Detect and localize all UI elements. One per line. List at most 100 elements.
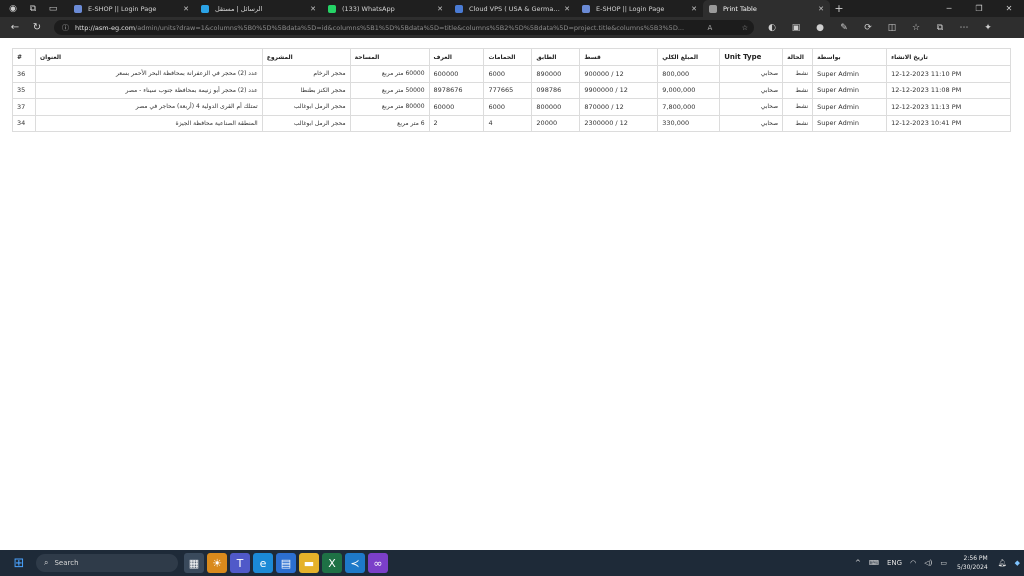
collections-icon[interactable]: ⧉ — [928, 23, 952, 33]
tab-label: E-SHOP || Login Page — [88, 4, 157, 13]
table-cell: 900000 / 12 — [579, 65, 659, 83]
table-cell: 80000 متر مربع — [349, 98, 430, 116]
teams-icon[interactable]: T — [230, 553, 250, 573]
table-row: 37 تمتلك أم القرى الدولية 4 (أربعة) محاجر… — [12, 98, 1011, 116]
excel-icon[interactable]: X — [322, 553, 342, 573]
close-window-icon[interactable]: ✕ — [994, 4, 1024, 13]
tab-label: (133) WhatsApp — [342, 4, 395, 13]
back-icon[interactable]: ← — [4, 22, 26, 33]
table-cell: 9,000,000 — [657, 81, 721, 99]
new-tab-button[interactable]: + — [830, 2, 848, 15]
browser-tab[interactable]: (133) WhatsApp ✕ — [322, 0, 449, 17]
start-menu-icon[interactable]: ⊞ — [6, 556, 32, 571]
maximize-icon[interactable]: ❐ — [964, 4, 994, 13]
browser-tab[interactable]: Print Table ✕ — [703, 0, 830, 17]
column-header: بواسطة — [812, 48, 888, 66]
table-cell: Super Admin — [812, 65, 888, 83]
copilot-taskbar-icon[interactable]: ◆ — [1011, 559, 1024, 567]
tab-close-icon[interactable]: ✕ — [183, 5, 189, 13]
task-view-icon[interactable]: ▦ — [184, 553, 204, 573]
table-header-row: # العنوان المشروع المساحة الغرف الحمامات الطاب… — [12, 48, 1011, 66]
table-cell: 6000 — [483, 98, 533, 116]
reload-icon[interactable]: ↻ — [26, 22, 48, 33]
column-header: الحمامات — [483, 48, 533, 66]
refresh-ext-icon[interactable]: ⟳ — [856, 23, 880, 33]
table-cell: 777665 — [483, 81, 533, 99]
table-cell: Super Admin — [812, 114, 888, 132]
favorite-star-icon[interactable]: ☆ — [736, 24, 754, 32]
column-header: تاريخ الانشاء — [886, 48, 1011, 66]
show-hidden-icons[interactable]: ^ — [851, 559, 865, 567]
clock-time: 2:56 PM — [963, 555, 988, 562]
table-cell: صحابي — [719, 114, 784, 132]
tab-close-icon[interactable]: ✕ — [437, 5, 443, 13]
store-icon[interactable]: ▤ — [276, 553, 296, 573]
browser-tab[interactable]: E-SHOP || Login Page ✕ — [68, 0, 195, 17]
table-cell: 870000 / 12 — [579, 98, 659, 116]
tab-label: Cloud VPS ( USA & Germany & I — [469, 4, 561, 13]
browser-tab[interactable]: الرسائل | مستقل ✕ — [195, 0, 322, 17]
tab-close-icon[interactable]: ✕ — [564, 5, 570, 13]
address-bar[interactable]: ⓘ http://asm-eg.com /admin/units?draw=1&… — [54, 20, 754, 35]
tab-close-icon[interactable]: ✕ — [818, 5, 824, 13]
table-row: 36 عدد (2) محجر في الزعفرانة بمحافظة البح… — [12, 65, 1011, 83]
tab-label: الرسائل | مستقل — [215, 4, 263, 13]
notifications-icon[interactable]: 🔔︎ — [994, 559, 1011, 567]
table-cell: 7,800,000 — [657, 98, 721, 116]
keyboard-icon[interactable]: ⌨ — [865, 559, 883, 567]
tab-actions-icon[interactable]: ▭ — [46, 4, 60, 14]
table-row: 35 عدد (2) محجر أبو زنيمة بمحافظة جنوب سي… — [12, 81, 1011, 99]
workspaces-icon[interactable]: ⧉ — [26, 4, 40, 14]
tab-favicon-icon — [582, 4, 590, 13]
edge-icon[interactable]: e — [253, 553, 273, 573]
table-cell: محجر الكنز بطنطا — [261, 81, 351, 99]
info-icon[interactable]: ⓘ — [62, 23, 69, 33]
tab-favicon-icon — [74, 4, 82, 13]
browser-tab[interactable]: Cloud VPS ( USA & Germany & I✕ — [449, 0, 576, 17]
column-header: قسط — [579, 48, 659, 66]
tab-close-icon[interactable]: ✕ — [691, 5, 697, 13]
clock[interactable]: 2:56 PM 5/30/2024 — [951, 554, 994, 572]
favorites-icon[interactable]: ☆ — [904, 23, 928, 33]
table-cell: 20000 — [531, 114, 581, 132]
battery-icon[interactable]: ▭ — [936, 559, 951, 567]
language-indicator[interactable]: ENG — [883, 559, 906, 567]
table-cell: 6000 — [483, 65, 533, 83]
clock-date: 5/30/2024 — [956, 564, 988, 571]
visual-studio-icon[interactable]: ∞ — [368, 553, 388, 573]
window-buttons: ─ ❐ ✕ — [934, 0, 1024, 17]
tab-favicon-icon — [709, 4, 717, 13]
table-cell: 12-12-2023 11:10 PM — [886, 65, 1011, 83]
copilot-icon[interactable]: ✦ — [976, 23, 1000, 33]
pen-icon[interactable]: ✎ — [832, 23, 856, 33]
extension-3-icon[interactable]: ● — [808, 23, 832, 33]
table-cell: 330,000 — [657, 114, 721, 132]
widgets-icon[interactable]: ☀ — [207, 553, 227, 573]
read-aloud-icon[interactable]: A — [701, 24, 718, 32]
minimize-icon[interactable]: ─ — [934, 4, 964, 13]
split-screen-icon[interactable]: ◫ — [880, 23, 904, 33]
table-cell: صحابي — [719, 65, 784, 83]
table-cell: 2300000 / 12 — [579, 114, 659, 132]
settings-menu-icon[interactable]: ⋯ — [952, 23, 976, 33]
table-cell: 12-12-2023 11:13 PM — [886, 98, 1011, 116]
file-explorer-icon[interactable]: ▬ — [299, 553, 319, 573]
profile-icon[interactable]: ◉ — [6, 4, 20, 14]
browser-toolbar: ← ↻ ⓘ http://asm-eg.com /admin/units?dra… — [0, 17, 1024, 38]
extension-2-icon[interactable]: ▣ — [784, 23, 808, 33]
wifi-icon[interactable]: ◠ — [906, 559, 920, 567]
taskbar-search[interactable]: ⌕ Search — [36, 554, 178, 572]
window-controls: ◉ ⧉ ▭ — [0, 4, 68, 14]
browser-tab[interactable]: E-SHOP || Login Page ✕ — [576, 0, 703, 17]
tab-close-icon[interactable]: ✕ — [310, 5, 316, 13]
tab-favicon-icon — [201, 4, 209, 13]
volume-icon[interactable]: ◁) — [920, 559, 936, 567]
browser-tab-strip: ◉ ⧉ ▭ E-SHOP || Login Page ✕ الرسائل | مست… — [0, 0, 1024, 17]
table-cell: نشط — [782, 98, 814, 116]
table-cell: محجر الرخام — [261, 65, 351, 83]
extension-1-icon[interactable]: ◐ — [760, 23, 784, 33]
table-cell: 60000 متر مربع — [349, 65, 430, 83]
vscode-icon[interactable]: ≺ — [345, 553, 365, 573]
table-cell: 8978676 — [428, 81, 485, 99]
table-cell: 50000 متر مربع — [349, 81, 430, 99]
